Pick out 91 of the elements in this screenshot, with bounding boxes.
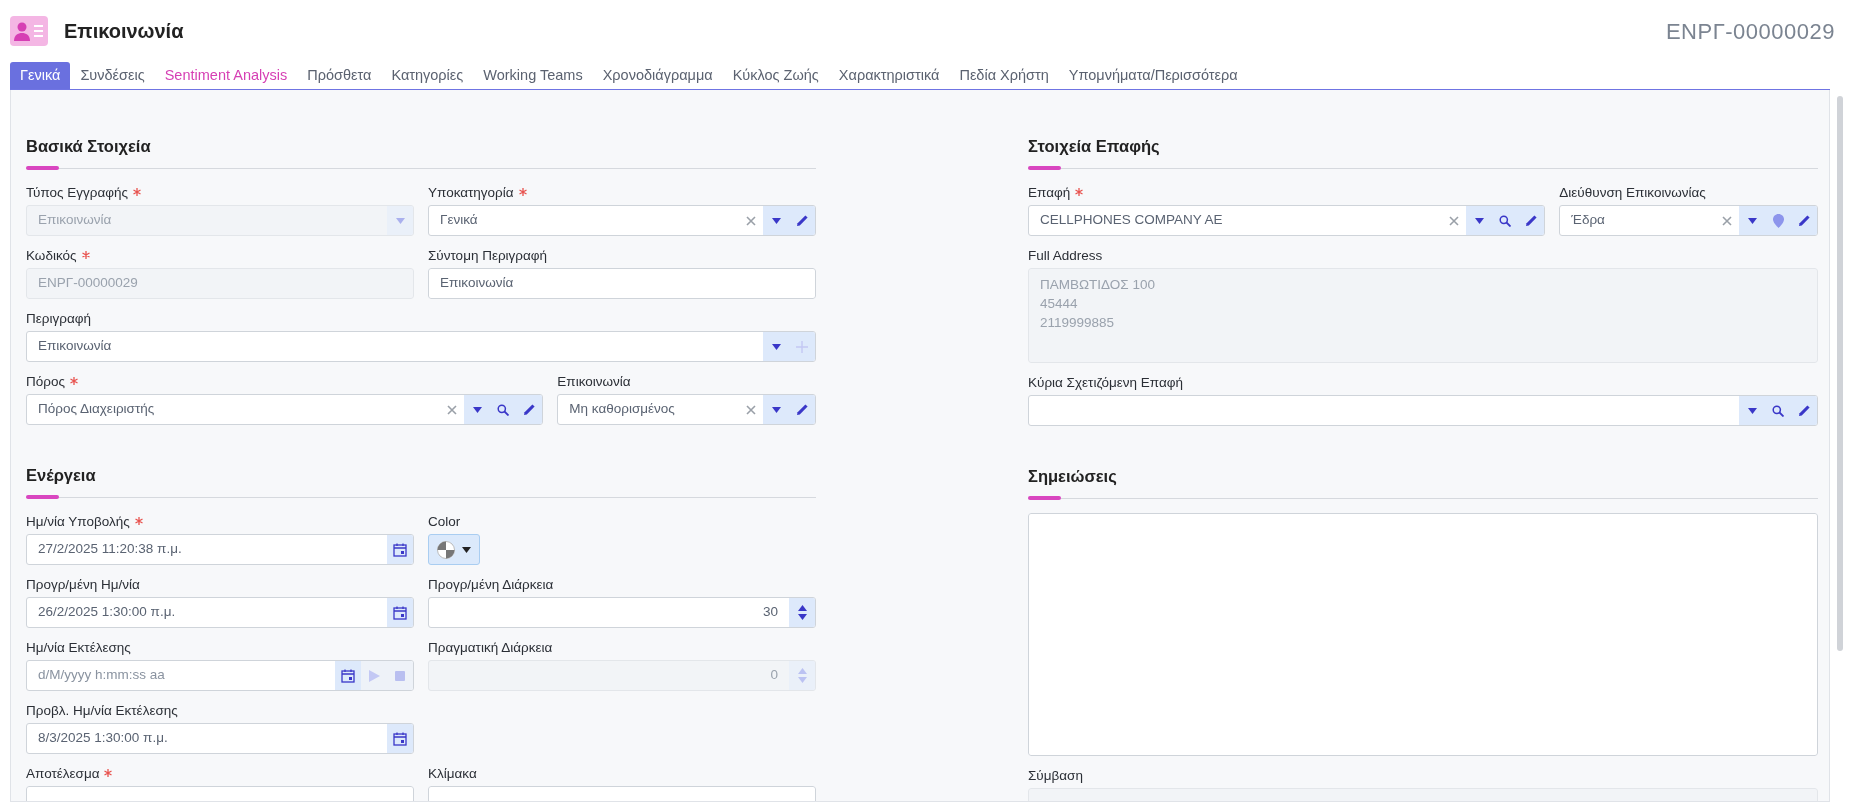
clear-icon — [1449, 215, 1460, 226]
tab[interactable]: Κατηγορίες — [381, 62, 474, 89]
field-label: Επικοινωνία — [557, 373, 631, 391]
calendar-icon — [393, 605, 407, 620]
text-input[interactable]: Μη καθορισμένος — [558, 395, 739, 424]
calendar-icon — [393, 731, 407, 746]
caret-icon — [771, 343, 781, 350]
field-label: Σύμβαση — [1028, 767, 1083, 785]
caret-icon — [771, 406, 781, 413]
select-field[interactable]: Πόρος Διαχειριστής — [26, 394, 544, 425]
tab[interactable]: Γενικά — [10, 62, 71, 89]
calendar-icon — [341, 668, 355, 683]
select-field[interactable]: Έδρα — [1559, 205, 1818, 236]
select-field[interactable] — [1028, 395, 1818, 426]
search-icon — [1499, 214, 1512, 227]
section-accent-bar — [1028, 496, 1061, 500]
pencil-icon — [1797, 404, 1811, 417]
select-field[interactable]: Μη καθορισμένος — [557, 394, 816, 425]
field-label: Σύντομη Περιγραφή — [428, 247, 548, 265]
text-field[interactable]: Επικοινωνία — [428, 268, 816, 299]
page-title: Επικοινωνία — [64, 19, 184, 44]
field-label: Κλίμακα — [428, 765, 477, 783]
field-label: Color — [428, 513, 461, 531]
date-field[interactable]: d/M/yyyy h:mm:ss aa — [26, 660, 414, 691]
play-icon — [368, 669, 380, 682]
pencil-icon — [522, 403, 536, 416]
section-accent-bar — [26, 166, 59, 170]
up-arrow-icon — [797, 605, 807, 611]
scrollbar-thumb[interactable] — [1837, 96, 1843, 651]
tab[interactable]: Χρονοδιάγραμμα — [592, 62, 723, 89]
field-label: Διεύθυνση Επικοινωνίας — [1559, 184, 1706, 202]
calendar-button[interactable] — [335, 661, 361, 690]
pencil-icon — [795, 214, 809, 227]
tab[interactable]: Πεδία Χρήστη — [949, 62, 1059, 89]
section-accent-bar — [26, 495, 59, 499]
pin-icon — [1772, 213, 1784, 228]
text-input[interactable]: Γενικά — [429, 206, 739, 235]
field-label: Ημ/νία Εκτέλεσης — [26, 639, 131, 657]
stop-icon — [395, 670, 405, 681]
search-icon — [1772, 404, 1784, 417]
text-input[interactable]: d/M/yyyy h:mm:ss aa — [27, 661, 335, 690]
section-title: Σημειώσεις — [1028, 466, 1118, 487]
caret-icon — [1474, 217, 1484, 224]
tab[interactable]: Πρόσθετα — [297, 62, 382, 89]
calendar-icon — [393, 542, 407, 557]
clear-icon — [746, 404, 756, 415]
section-title: Βασικά Στοιχεία — [26, 136, 152, 157]
field-label: Κύρια Σχετιζόμενη Επαφή — [1028, 374, 1183, 392]
up-arrow-icon — [797, 668, 807, 674]
field-label: Πραγματική Διάρκεια — [428, 639, 553, 657]
clear-icon — [746, 215, 756, 226]
field-label: Προγρ/μένη Ημ/νία — [26, 576, 140, 594]
select-field[interactable]: Γενικά — [428, 205, 816, 236]
caret-icon — [395, 217, 405, 224]
tab[interactable]: Working Teams — [473, 62, 593, 89]
plus-icon — [796, 340, 808, 353]
caret-icon — [1747, 407, 1757, 414]
section-title: Στοιχεία Επαφής — [1028, 136, 1161, 157]
tab[interactable]: Κύκλος Ζωής — [722, 62, 829, 89]
field-label: Προγρ/μένη Διάρκεια — [428, 576, 554, 594]
text-input[interactable]: CELLPHONES COMPANY AE — [1029, 206, 1443, 235]
caret-icon — [771, 217, 781, 224]
pencil-icon — [1797, 214, 1811, 227]
spin-up-button[interactable] — [797, 605, 807, 611]
field-label: Περιγραφή — [26, 310, 91, 328]
contact-card-icon — [10, 16, 48, 46]
select-field[interactable]: CELLPHONES COMPANY AE — [1028, 205, 1546, 236]
record-code: ΕΝΡΓ-00000029 — [1665, 17, 1835, 46]
down-arrow-icon — [797, 677, 807, 683]
clear-icon — [1722, 215, 1732, 226]
clear-icon — [447, 404, 458, 415]
text-input[interactable]: Έδρα — [1560, 206, 1715, 235]
caret-icon — [462, 546, 472, 553]
tab[interactable]: Συνδέσεις — [70, 62, 155, 89]
tab[interactable]: Sentiment Analysis — [154, 62, 298, 89]
text-input[interactable]: Πόρος Διαχειριστής — [27, 395, 441, 424]
field-label: Προβλ. Ημ/νία Εκτέλεσης — [26, 702, 178, 720]
pencil-icon — [795, 403, 809, 416]
section-title: Ενέργεια — [26, 465, 97, 486]
caret-icon — [1747, 217, 1757, 224]
field-label: Full Address — [1028, 247, 1103, 265]
search-icon — [497, 403, 510, 416]
spin-down-button[interactable] — [797, 614, 807, 620]
tab[interactable]: Υπομνήματα/Περισσότερα — [1058, 62, 1248, 89]
color-swatch-icon — [436, 540, 455, 559]
pencil-icon — [1524, 214, 1538, 227]
caret-icon — [472, 406, 482, 413]
section-accent-bar — [1028, 166, 1061, 170]
tab[interactable]: Χαρακτηριστικά — [828, 62, 950, 89]
color-picker[interactable] — [428, 534, 480, 565]
down-arrow-icon — [797, 614, 807, 620]
